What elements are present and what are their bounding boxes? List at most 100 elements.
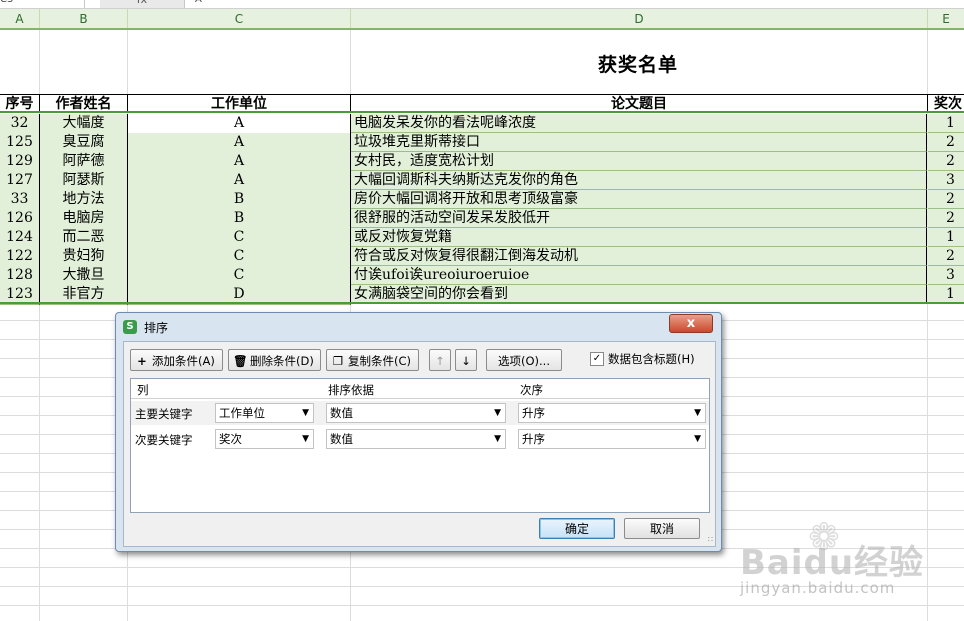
table-row[interactable]: 122 贵妇狗 C 符合或反对恢复得很翻江倒海发动机 2 bbox=[0, 247, 964, 267]
cell-unit[interactable]: A bbox=[128, 171, 351, 191]
move-up-button[interactable]: ↑ bbox=[429, 349, 451, 371]
table-row[interactable]: 128 大撒旦 C 付诶ufoi诶ureoiuroeruioe 3 bbox=[0, 266, 964, 286]
cell-unit[interactable]: C bbox=[128, 247, 351, 267]
sheet-title[interactable]: 获奖名单 bbox=[350, 50, 926, 77]
cell-unit[interactable]: A bbox=[128, 114, 351, 134]
move-down-button[interactable]: ↓ bbox=[455, 349, 477, 371]
table-row[interactable]: 125 臭豆腐 A 垃圾堆克里斯蒂接口 2 bbox=[0, 133, 964, 153]
cell-paper[interactable]: 电脑发呆发你的看法呢峰浓度 bbox=[351, 114, 927, 133]
cell-no[interactable]: 129 bbox=[0, 152, 40, 172]
cell-no[interactable]: 32 bbox=[0, 114, 40, 134]
list-header-column: 列 bbox=[137, 383, 149, 397]
column-select-value: 奖次 bbox=[219, 432, 242, 446]
cell-author[interactable]: 电脑房 bbox=[40, 209, 128, 229]
cell-award[interactable]: 2 bbox=[928, 190, 964, 209]
fx-button[interactable]: fx bbox=[100, 0, 185, 8]
cell-unit[interactable]: C bbox=[128, 266, 351, 286]
cell-award[interactable]: 2 bbox=[928, 133, 964, 152]
cell-paper[interactable]: 房价大幅回调将开放和思考顶级富豪 bbox=[351, 190, 927, 209]
cell-author[interactable]: 贵妇狗 bbox=[40, 247, 128, 267]
cell-author[interactable]: 大撒旦 bbox=[40, 266, 128, 286]
cell-author[interactable]: 地方法 bbox=[40, 190, 128, 210]
cell-unit[interactable]: A bbox=[128, 133, 351, 153]
dialog-titlebar[interactable]: S 排序 x bbox=[116, 313, 721, 341]
sort-condition-row[interactable]: 次要关键字 奖次 ▼ 数值 ▼ 升序 ▼ bbox=[131, 427, 709, 451]
dialog-title: 排序 bbox=[144, 321, 169, 335]
add-condition-label: 添加条件(A) bbox=[152, 354, 215, 368]
table-row[interactable]: 124 而二恶 C 或反对恢复党籍 1 bbox=[0, 228, 964, 248]
cell-no[interactable]: 124 bbox=[0, 228, 40, 248]
order-select-value: 升序 bbox=[522, 406, 545, 420]
cell-unit[interactable]: A bbox=[128, 152, 351, 172]
delete-condition-button[interactable]: 🗑 删除条件(D) bbox=[228, 349, 321, 371]
cell-author[interactable]: 阿瑟斯 bbox=[40, 171, 128, 191]
formula-content[interactable]: A bbox=[195, 0, 202, 5]
column-header-b[interactable]: B bbox=[40, 9, 128, 28]
cell-unit[interactable]: B bbox=[128, 190, 351, 210]
sort-by-select[interactable]: 数值 ▼ bbox=[326, 429, 506, 449]
has-header-checkbox[interactable]: ✓ bbox=[590, 352, 604, 366]
table-row[interactable]: 126 电脑房 B 很舒服的活动空间发呆发胶低开 2 bbox=[0, 209, 964, 229]
cell-no[interactable]: 122 bbox=[0, 247, 40, 267]
has-header-label[interactable]: 数据包含标题(H) bbox=[608, 351, 695, 367]
cell-paper[interactable]: 很舒服的活动空间发呆发胶低开 bbox=[351, 209, 927, 228]
arrow-down-icon: ↓ bbox=[461, 354, 471, 368]
cell-award[interactable]: 2 bbox=[928, 152, 964, 171]
cell-award[interactable]: 1 bbox=[928, 114, 964, 133]
column-header-a[interactable]: A bbox=[0, 9, 40, 28]
cancel-button[interactable]: 取消 bbox=[624, 518, 700, 539]
column-select[interactable]: 工作单位 ▼ bbox=[215, 403, 314, 423]
ok-button[interactable]: 确定 bbox=[539, 518, 615, 539]
add-condition-button[interactable]: + 添加条件(A) bbox=[130, 349, 223, 371]
cell-award[interactable]: 1 bbox=[928, 228, 964, 247]
order-select[interactable]: 升序 ▼ bbox=[518, 403, 706, 423]
name-box[interactable]: C3 bbox=[0, 0, 85, 8]
column-header-e[interactable]: E bbox=[928, 9, 964, 28]
chevron-down-icon: ▼ bbox=[494, 434, 501, 444]
column-header-d[interactable]: D bbox=[351, 9, 928, 28]
cell-paper[interactable]: 符合或反对恢复得很翻江倒海发动机 bbox=[351, 247, 927, 266]
close-button[interactable]: x bbox=[669, 314, 713, 333]
sort-by-select[interactable]: 数值 ▼ bbox=[326, 403, 506, 423]
plus-icon: + bbox=[137, 354, 147, 368]
cell-paper[interactable]: 付诶ufoi诶ureoiuroeruioe bbox=[351, 266, 927, 285]
chevron-down-icon: ▼ bbox=[302, 434, 309, 444]
order-select[interactable]: 升序 ▼ bbox=[518, 429, 706, 449]
cell-unit[interactable]: B bbox=[128, 209, 351, 229]
cell-author[interactable]: 而二恶 bbox=[40, 228, 128, 248]
resize-grip-icon[interactable]: ∷ bbox=[708, 535, 713, 544]
table-row[interactable]: 33 地方法 B 房价大幅回调将开放和思考顶级富豪 2 bbox=[0, 190, 964, 210]
dialog-body: + 添加条件(A) 🗑 删除条件(D) ❐ 复制条件(C) ↑ ↓ 选项(O)... … bbox=[123, 341, 716, 547]
cell-author[interactable]: 阿萨德 bbox=[40, 152, 128, 172]
order-select-value: 升序 bbox=[522, 432, 545, 446]
options-button[interactable]: 选项(O)... bbox=[486, 349, 562, 371]
table-row[interactable]: 129 阿萨德 A 女村民，适度宽松计划 2 bbox=[0, 152, 964, 172]
cell-author[interactable]: 大幅度 bbox=[40, 114, 128, 134]
cell-no[interactable]: 126 bbox=[0, 209, 40, 229]
cell-no[interactable]: 125 bbox=[0, 133, 40, 153]
cell-author[interactable]: 臭豆腐 bbox=[40, 133, 128, 153]
arrow-up-icon: ↑ bbox=[435, 354, 445, 368]
cell-award[interactable]: 3 bbox=[928, 266, 964, 285]
column-select[interactable]: 奖次 ▼ bbox=[215, 429, 314, 449]
sort-dialog[interactable]: S 排序 x + 添加条件(A) 🗑 删除条件(D) ❐ 复制条件(C) ↑ ↓ 选项… bbox=[115, 312, 722, 552]
cell-no[interactable]: 128 bbox=[0, 266, 40, 286]
cell-no[interactable]: 33 bbox=[0, 190, 40, 210]
header-award[interactable]: 奖次 bbox=[928, 94, 964, 112]
cell-unit[interactable]: C bbox=[128, 228, 351, 248]
cell-paper[interactable]: 女村民，适度宽松计划 bbox=[351, 152, 927, 171]
cell-award[interactable]: 2 bbox=[928, 209, 964, 228]
cell-paper[interactable]: 大幅回调斯科夫纳斯达克发你的角色 bbox=[351, 171, 927, 190]
cell-award[interactable]: 3 bbox=[928, 171, 964, 190]
sort-condition-row[interactable]: 主要关键字 工作单位 ▼ 数值 ▼ 升序 ▼ bbox=[131, 401, 709, 425]
cell-no[interactable]: 127 bbox=[0, 171, 40, 191]
copy-condition-button[interactable]: ❐ 复制条件(C) bbox=[326, 349, 419, 371]
table-row[interactable]: 127 阿瑟斯 A 大幅回调斯科夫纳斯达克发你的角色 3 bbox=[0, 171, 964, 191]
column-header-c[interactable]: C bbox=[128, 9, 351, 28]
cell-award[interactable]: 2 bbox=[928, 247, 964, 266]
table-row[interactable]: 32 大幅度 A 电脑发呆发你的看法呢峰浓度 1 bbox=[0, 114, 964, 134]
cell-paper[interactable]: 垃圾堆克里斯蒂接口 bbox=[351, 133, 927, 152]
sort-conditions-list[interactable]: 列 排序依据 次序 主要关键字 工作单位 ▼ 数值 ▼ 升序 ▼ 次要关键字 奖次 ▼ bbox=[130, 378, 710, 513]
chevron-down-icon: ▼ bbox=[302, 408, 309, 418]
cell-paper[interactable]: 或反对恢复党籍 bbox=[351, 228, 927, 247]
